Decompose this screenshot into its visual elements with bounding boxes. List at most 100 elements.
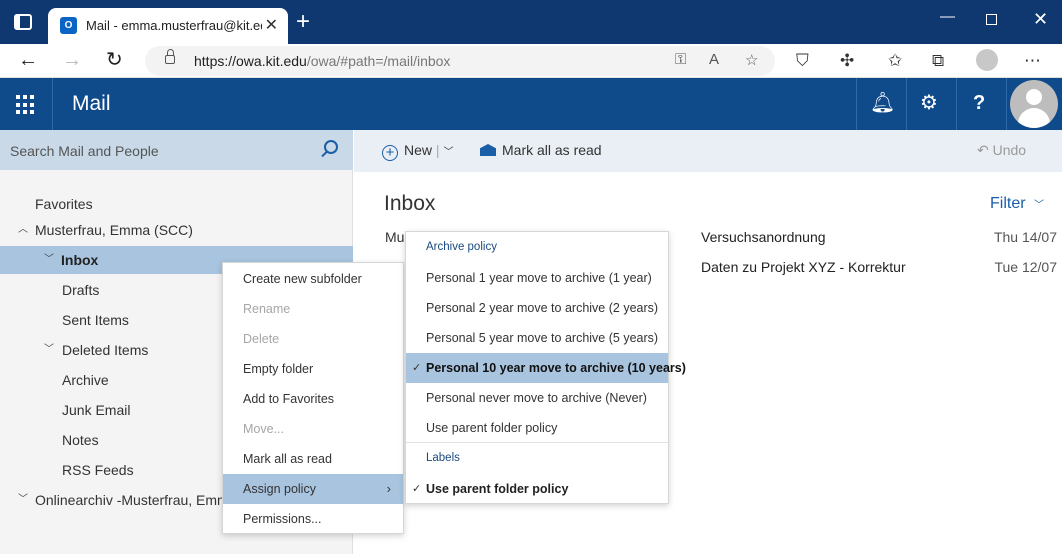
folder-label: Drafts	[62, 282, 100, 298]
new-tab-icon[interactable]: +	[296, 10, 310, 34]
url-field[interactable]: https://owa.kit.edu/owa/#path=/mail/inbo…	[145, 46, 775, 76]
plus-circle-icon: +	[382, 145, 398, 161]
menu-item-create-subfolder[interactable]: Create new subfolder	[223, 264, 403, 294]
mark-all-read-button[interactable]: Mark all as read	[480, 142, 602, 158]
maximize-icon[interactable]	[986, 14, 997, 25]
outlook-favicon: O	[60, 17, 77, 34]
filter-button[interactable]: Filter ﹀	[990, 195, 1044, 213]
label-policy-label: Use parent folder policy	[426, 482, 569, 496]
pocket-icon[interactable]: ⛉	[796, 52, 809, 70]
url-host: https://owa.kit.edu	[194, 53, 307, 69]
policy-item-selected[interactable]: ✓ Personal 10 year move to archive (10 y…	[406, 353, 686, 383]
header-divider	[906, 78, 907, 130]
url-path: /owa/#path=/mail/inbox	[306, 53, 451, 69]
policy-item[interactable]: Personal 1 year move to archive (1 year)	[406, 263, 668, 293]
mail-sender: Mu	[385, 229, 405, 245]
url-text: https://owa.kit.edu/owa/#path=/mail/inbo…	[194, 53, 450, 69]
chevron-down-icon[interactable]: ﹀	[443, 147, 453, 158]
menu-item-delete: Delete	[243, 332, 280, 346]
new-button[interactable]: + New | ﹀	[382, 142, 453, 161]
tab-close-icon[interactable]: ✕	[265, 15, 278, 35]
search-input[interactable]	[10, 140, 310, 162]
undo-icon: ↶	[977, 142, 993, 158]
chevron-down-icon: ﹀	[1034, 200, 1045, 211]
favorites-icon[interactable]: ✩	[888, 52, 902, 70]
menu-item-mark-all-read[interactable]: Mark all as read	[223, 444, 403, 474]
key-icon[interactable]: ⚿	[675, 51, 686, 68]
folder-label: Deleted Items	[62, 342, 149, 358]
header-divider	[856, 78, 857, 130]
menu-item-permissions[interactable]: Permissions...	[223, 504, 403, 534]
collections-icon[interactable]: ⧉	[932, 52, 944, 70]
search-icon[interactable]	[324, 140, 338, 154]
mail-date: Thu 14/07	[993, 229, 1057, 245]
folder-label: Sent Items	[62, 312, 129, 328]
menu-item-rename: Rename	[243, 302, 291, 316]
browser-tab[interactable]: O Mail - emma.musterfrau@kit.edu ✕	[48, 8, 288, 44]
labels-header: Labels	[426, 452, 460, 464]
label-policy-item[interactable]: ✓ Use parent folder policy	[406, 474, 668, 504]
command-bar: + New | ﹀ Mark all as read ↶ Undo	[354, 130, 1062, 172]
chevron-down-icon[interactable]: ﹀	[44, 336, 54, 364]
more-icon[interactable]: ⋯	[1024, 52, 1041, 70]
favorites-header[interactable]: Favorites	[0, 190, 353, 218]
menu-item-assign-policy[interactable]: Assign policy ›	[223, 474, 403, 504]
envelope-open-icon	[480, 144, 496, 156]
app-launcher-icon[interactable]	[16, 95, 36, 115]
menu-item-move: Move...	[243, 422, 284, 436]
folder-label: RSS Feeds	[62, 462, 134, 478]
policy-item[interactable]: Personal 5 year move to archive (5 years…	[406, 323, 668, 353]
gear-icon[interactable]: ⚙	[920, 92, 938, 114]
read-aloud-icon[interactable]: A	[709, 51, 719, 68]
tabs-icon[interactable]	[14, 14, 32, 30]
account-node[interactable]: ︿ Musterfrau, Emma (SCC)	[0, 216, 353, 244]
browser-titlebar: O Mail - emma.musterfrau@kit.edu ✕ + — ✕	[0, 0, 1062, 44]
header-divider	[52, 78, 53, 130]
lock-icon[interactable]	[165, 49, 175, 64]
policy-item[interactable]: Use parent folder policy	[406, 413, 668, 443]
folder-label: Notes	[62, 432, 99, 448]
folder-label: Junk Email	[62, 402, 131, 418]
mail-date: Tue 12/07	[994, 259, 1057, 275]
menu-item-empty-folder[interactable]: Empty folder	[223, 354, 403, 384]
forward-icon[interactable]: →	[62, 49, 82, 71]
policy-item-label: Personal 10 year move to archive (10 yea…	[426, 361, 686, 375]
filter-label: Filter	[990, 195, 1026, 212]
profile-icon[interactable]	[976, 49, 998, 71]
folder-label: Favorites	[35, 196, 93, 212]
address-bar: ← → ↻ https://owa.kit.edu/owa/#path=/mai…	[0, 44, 1062, 78]
folder-label: Inbox	[61, 252, 99, 268]
undo-label: Undo	[992, 142, 1027, 158]
chevron-up-icon[interactable]: ︿	[18, 216, 28, 244]
minimize-icon[interactable]: —	[940, 8, 955, 25]
checkmark-icon: ✓	[412, 483, 422, 495]
window-close-icon[interactable]: ✕	[1033, 9, 1048, 30]
bell-icon[interactable]: 🔔︎	[870, 92, 895, 114]
undo-button[interactable]: ↶ Undo	[977, 142, 1026, 159]
back-icon[interactable]: ←	[18, 49, 38, 71]
search-bar	[0, 130, 353, 170]
user-avatar[interactable]	[1010, 80, 1058, 128]
tab-title: Mail - emma.musterfrau@kit.edu	[86, 18, 262, 33]
reload-icon[interactable]: ↻	[106, 49, 123, 71]
archive-policy-header: Archive policy	[426, 241, 497, 253]
mark-all-read-label: Mark all as read	[502, 142, 602, 158]
owa-header: Mail 🔔︎ ⚙ ?	[0, 78, 1062, 130]
mail-subject: Daten zu Projekt XYZ - Korrektur	[701, 259, 906, 275]
menu-item-add-to-favorites[interactable]: Add to Favorites	[223, 384, 403, 414]
header-divider	[956, 78, 957, 130]
chevron-right-icon: ›	[386, 481, 391, 496]
extensions-icon[interactable]: ✣	[840, 52, 854, 70]
chevron-down-icon[interactable]: ﹀	[18, 486, 28, 514]
chevron-down-icon[interactable]: ﹀	[44, 246, 54, 274]
help-icon[interactable]: ?	[973, 92, 985, 114]
folder-label: Archive	[62, 372, 109, 388]
folder-context-menu: Create new subfolder Rename Delete Empty…	[222, 262, 404, 534]
favorites-add-icon[interactable]: ☆	[745, 51, 758, 69]
folder-label: Musterfrau, Emma (SCC)	[35, 222, 193, 238]
menu-item-label: Assign policy	[243, 482, 316, 496]
app-title: Mail	[72, 92, 111, 115]
header-divider	[1006, 78, 1007, 130]
policy-item[interactable]: Personal 2 year move to archive (2 years…	[406, 293, 668, 323]
policy-item[interactable]: Personal never move to archive (Never)	[406, 383, 668, 413]
